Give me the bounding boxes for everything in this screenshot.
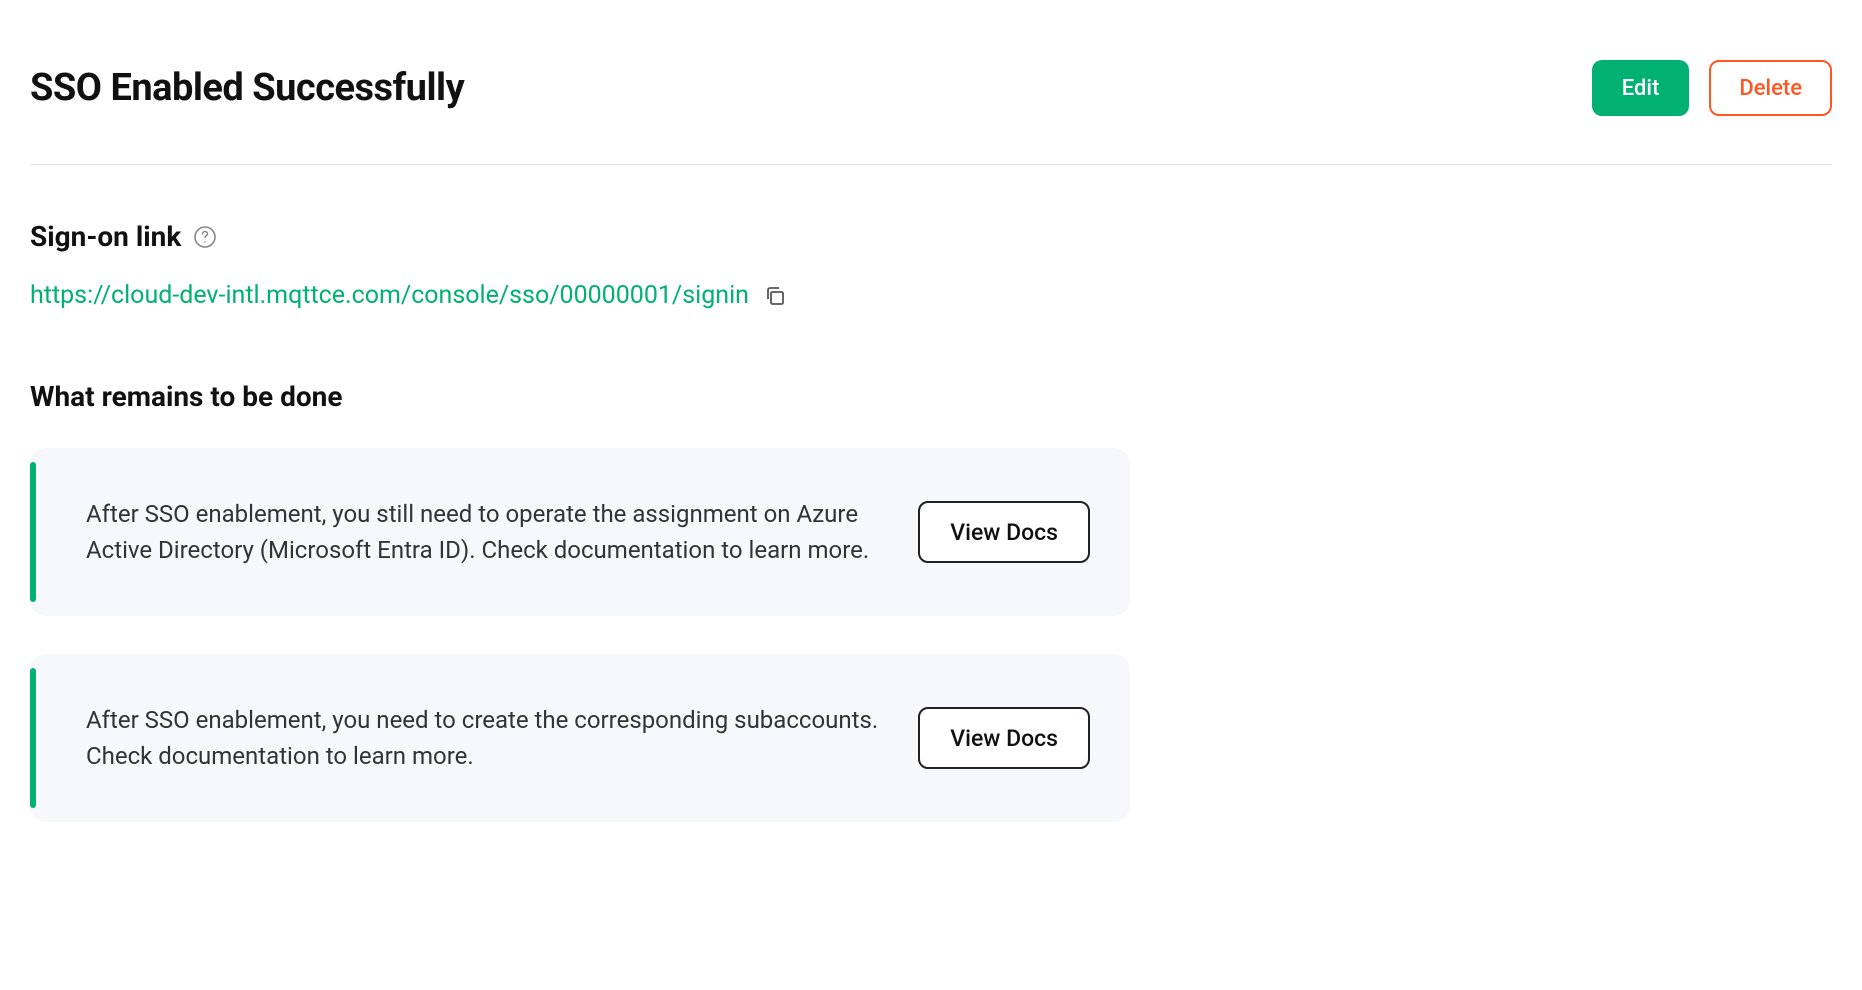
view-docs-button[interactable]: View Docs [918, 501, 1090, 563]
help-icon[interactable] [193, 225, 217, 249]
delete-button[interactable]: Delete [1709, 60, 1832, 116]
remains-card: After SSO enablement, you still need to … [30, 448, 1130, 616]
page-title: SSO Enabled Successfully [30, 66, 464, 110]
view-docs-button[interactable]: View Docs [918, 707, 1090, 769]
copy-icon[interactable] [763, 284, 787, 308]
remains-card-text: After SSO enablement, you need to create… [86, 702, 878, 774]
remains-cards: After SSO enablement, you still need to … [30, 448, 1130, 822]
remains-card: After SSO enablement, you need to create… [30, 654, 1130, 822]
signon-link-label: Sign-on link [30, 220, 181, 253]
signon-link-row: https://cloud-dev-intl.mqttce.com/consol… [30, 281, 1832, 310]
signon-link-label-row: Sign-on link [30, 220, 1832, 253]
remains-card-text: After SSO enablement, you still need to … [86, 496, 878, 568]
signon-link[interactable]: https://cloud-dev-intl.mqttce.com/consol… [30, 281, 749, 310]
remains-title: What remains to be done [30, 380, 1832, 413]
edit-button[interactable]: Edit [1592, 60, 1690, 116]
page-header: SSO Enabled Successfully Edit Delete [30, 60, 1832, 165]
sso-success-page: SSO Enabled Successfully Edit Delete Sig… [0, 0, 1862, 990]
header-actions: Edit Delete [1592, 60, 1832, 116]
